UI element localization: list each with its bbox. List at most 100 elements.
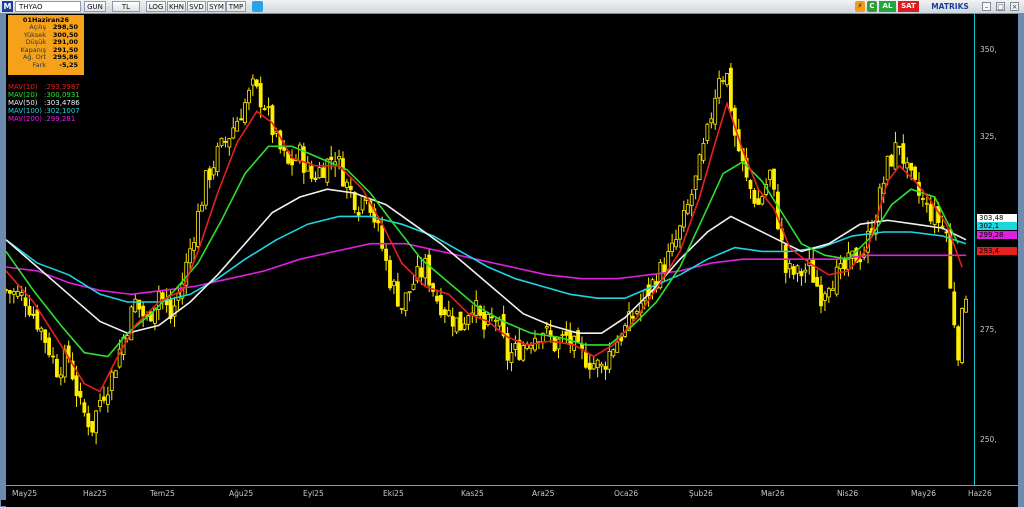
candle-body bbox=[728, 67, 733, 112]
close-icon[interactable]: × bbox=[1010, 2, 1019, 11]
x-tick-label: Eki25 bbox=[383, 489, 404, 498]
candle-body bbox=[86, 413, 91, 428]
lightning-icon[interactable]: ⚡ bbox=[855, 1, 865, 12]
candle-body bbox=[442, 309, 447, 315]
candle-body bbox=[399, 307, 404, 310]
candle-body bbox=[819, 284, 823, 307]
mav50-value-tag: 303,48 bbox=[977, 214, 1017, 222]
x-tick-label: Ara25 bbox=[532, 489, 555, 498]
candle-body bbox=[384, 248, 388, 261]
symbol-field[interactable]: THYAO bbox=[15, 1, 81, 12]
candle-body bbox=[419, 267, 424, 278]
candle-body bbox=[192, 242, 196, 251]
candle-body bbox=[607, 350, 612, 370]
y-tick-label: 325, bbox=[980, 132, 997, 141]
candle-body bbox=[51, 355, 55, 358]
candle-body bbox=[631, 315, 635, 319]
candle-body bbox=[768, 169, 772, 180]
candle-body bbox=[454, 317, 459, 333]
candle-body bbox=[560, 334, 565, 337]
candle-body bbox=[356, 212, 361, 216]
candle-body bbox=[842, 259, 847, 270]
maximize-icon[interactable]: □ bbox=[996, 2, 1005, 11]
candle-body bbox=[693, 175, 698, 190]
legend-mav10[interactable]: MAV(10):293,3987 bbox=[8, 83, 80, 91]
buy-button[interactable]: AL bbox=[879, 1, 896, 12]
tmp-button[interactable]: TMP bbox=[226, 1, 246, 12]
log-scale-button[interactable]: LOG bbox=[146, 1, 166, 12]
candle-body bbox=[439, 294, 443, 316]
candle-body bbox=[254, 79, 259, 87]
candle-body bbox=[250, 78, 255, 86]
candle-body bbox=[160, 292, 165, 300]
candle-body bbox=[141, 305, 146, 317]
mav100-value-tag: 302,1 bbox=[977, 222, 1017, 230]
price-chart-area[interactable] bbox=[4, 14, 974, 485]
candle-body bbox=[689, 194, 694, 206]
khn-button[interactable]: KHN bbox=[167, 1, 186, 12]
candle-body bbox=[388, 260, 392, 289]
candle-body bbox=[489, 316, 494, 319]
indicator-legend: MAV(10):293,3987 MAV(20):300,0931 MAV(50… bbox=[8, 83, 80, 123]
period-button[interactable]: GUN bbox=[84, 1, 106, 12]
sym-button[interactable]: SYM bbox=[207, 1, 226, 12]
candle-body bbox=[830, 288, 835, 291]
candle-body bbox=[262, 108, 267, 111]
candle-body bbox=[109, 371, 114, 391]
candle-body bbox=[313, 177, 318, 181]
refresh-icon[interactable]: C bbox=[867, 1, 877, 12]
candle-body bbox=[803, 269, 808, 273]
x-tick-label: Haz25 bbox=[83, 489, 107, 498]
candle-body bbox=[662, 264, 667, 274]
candle-body bbox=[591, 363, 596, 370]
candle-body bbox=[952, 291, 957, 326]
candle-body bbox=[188, 248, 193, 264]
candle-body bbox=[924, 202, 929, 205]
legend-mav50[interactable]: MAV(50):303,4786 bbox=[8, 99, 80, 107]
candle-body bbox=[521, 345, 526, 361]
candle-body bbox=[435, 295, 439, 302]
window-border-right bbox=[1018, 14, 1024, 507]
candle-body bbox=[348, 185, 353, 190]
legend-mav20[interactable]: MAV(20):300,0931 bbox=[8, 91, 80, 99]
mav20-line bbox=[5, 145, 959, 358]
candle-body bbox=[799, 271, 804, 277]
candle-body bbox=[239, 118, 244, 121]
candle-body bbox=[450, 315, 455, 327]
candle-body bbox=[58, 374, 63, 379]
candle-body bbox=[219, 138, 224, 147]
candle-body bbox=[403, 292, 408, 311]
legend-mav200[interactable]: MAV(200):299,281 bbox=[8, 115, 80, 123]
candle-body bbox=[74, 375, 79, 397]
candle-body bbox=[497, 319, 502, 327]
twitter-icon[interactable] bbox=[252, 1, 263, 12]
candle-body bbox=[474, 300, 479, 316]
candle-body bbox=[928, 204, 933, 222]
matriks-logo-icon: M bbox=[2, 1, 13, 12]
candle-body bbox=[380, 225, 385, 249]
x-tick-label: Oca26 bbox=[614, 489, 639, 498]
candle-body bbox=[670, 242, 675, 252]
candle-body bbox=[203, 170, 208, 206]
candle-body bbox=[544, 326, 549, 329]
minimize-icon[interactable]: – bbox=[982, 2, 991, 11]
candle-body bbox=[337, 155, 341, 160]
svd-button[interactable]: SVD bbox=[187, 1, 206, 12]
currency-button[interactable]: TL bbox=[112, 1, 140, 12]
legend-mav100[interactable]: MAV(100):302,1007 bbox=[8, 107, 80, 115]
candle-body bbox=[290, 157, 294, 166]
sell-button[interactable]: SAT bbox=[898, 1, 919, 12]
candle-body bbox=[587, 362, 592, 370]
candle-body bbox=[211, 167, 216, 176]
candle-body bbox=[795, 265, 800, 274]
candle-body bbox=[685, 204, 690, 214]
candle-body bbox=[258, 83, 263, 108]
candle-body bbox=[721, 80, 725, 82]
candle-body bbox=[39, 327, 44, 332]
candle-body bbox=[717, 78, 722, 99]
candle-body bbox=[756, 198, 761, 205]
candle-body bbox=[634, 311, 639, 314]
candle-body bbox=[889, 154, 894, 167]
candle-body bbox=[944, 231, 949, 234]
x-tick-label: May25 bbox=[12, 489, 38, 498]
